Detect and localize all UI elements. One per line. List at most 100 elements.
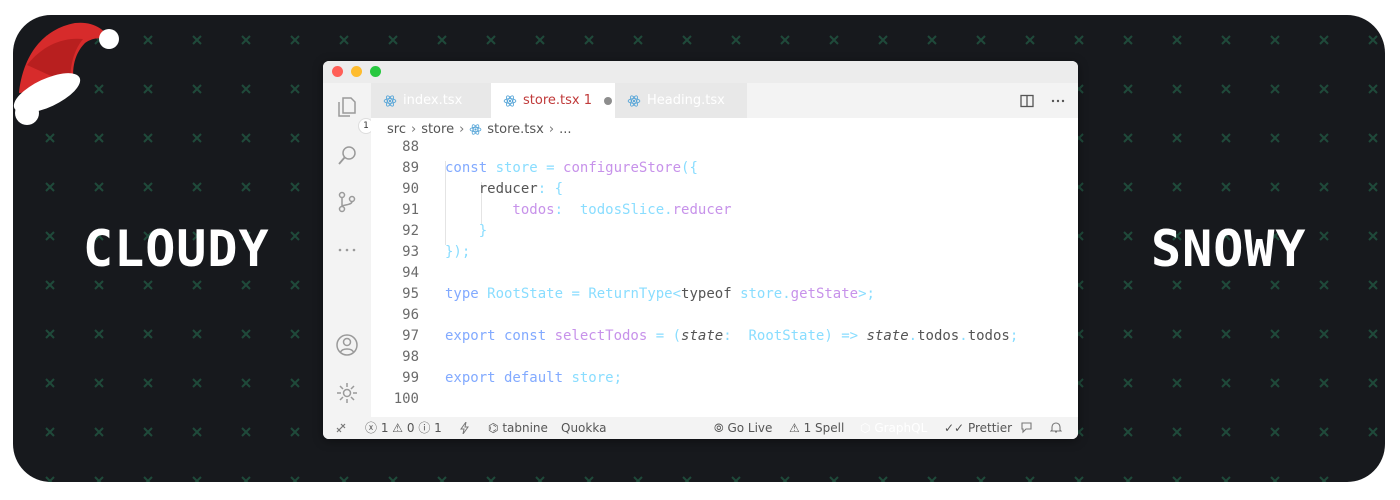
code-token: >; — [858, 286, 875, 302]
more-actions-icon[interactable] — [1050, 94, 1066, 108]
minimize-window-button[interactable] — [351, 66, 362, 77]
code-line[interactable]: 97 export const selectTodos = (state: Roo… — [371, 326, 1078, 347]
more-icon[interactable] — [335, 238, 359, 262]
tab-label: store.tsx 1 — [523, 93, 592, 108]
code-line[interactable]: 96 — [371, 305, 1078, 326]
close-window-button[interactable] — [332, 66, 343, 77]
problems-status[interactable]: ⓧ 1 ⚠ 0 ⓘ 1 — [365, 417, 442, 439]
x-cross-icon — [1270, 35, 1280, 45]
error-icon: ⓧ — [365, 421, 378, 435]
search-icon[interactable] — [335, 143, 359, 167]
code-token: type — [445, 286, 488, 302]
x-cross-icon — [290, 84, 300, 94]
breadcrumb-item[interactable]: store — [421, 122, 454, 137]
split-editor-icon[interactable] — [1020, 94, 1034, 108]
line-number: 97 — [402, 328, 419, 344]
x-cross-icon — [535, 35, 545, 45]
graphql-status[interactable]: ⬡ GraphQL — [860, 417, 927, 439]
x-cross-icon — [45, 231, 55, 241]
code-line[interactable]: 92 } — [371, 221, 1078, 242]
code-line[interactable]: 98 — [371, 347, 1078, 368]
x-cross-icon — [94, 182, 104, 192]
line-number: 89 — [402, 160, 419, 176]
x-cross-icon — [241, 182, 251, 192]
breadcrumb-item[interactable]: store.tsx — [487, 122, 544, 137]
x-cross-icon — [1074, 35, 1084, 45]
code-token: todos — [967, 328, 1010, 344]
x-cross-icon — [1270, 84, 1280, 94]
x-cross-icon — [633, 476, 643, 482]
x-cross-icon — [1368, 182, 1378, 192]
source-control-icon[interactable] — [335, 190, 359, 214]
lightning-icon[interactable] — [460, 417, 470, 439]
chevron-right-icon: › — [548, 121, 555, 137]
code-token: RootState — [487, 286, 564, 302]
code-token: store — [495, 160, 538, 176]
react-icon — [469, 123, 482, 135]
x-cross-icon — [878, 476, 888, 482]
x-cross-icon — [192, 84, 202, 94]
code-token: export default — [445, 370, 572, 386]
x-cross-icon — [1319, 231, 1329, 241]
tab-heading[interactable]: Heading.tsx — [615, 83, 747, 118]
tabnine-status[interactable]: ⌬ tabnine — [488, 417, 548, 439]
x-cross-icon — [1074, 476, 1084, 482]
line-number: 91 — [402, 202, 419, 218]
account-icon[interactable] — [335, 333, 359, 357]
breadcrumb-item[interactable]: ... — [559, 122, 571, 137]
tab-store[interactable]: store.tsx 1 — [491, 83, 615, 118]
x-cross-icon — [339, 35, 349, 45]
code-line[interactable]: 100 — [371, 389, 1078, 410]
spell-status[interactable]: ⚠ 1 Spell — [789, 417, 844, 439]
code-token: typeof — [681, 286, 741, 302]
x-cross-icon — [1172, 35, 1182, 45]
code-line[interactable]: 95 type RootState = ReturnType<typeof sto… — [371, 284, 1078, 305]
x-cross-icon — [1368, 476, 1378, 482]
feedback-icon[interactable] — [1020, 417, 1033, 439]
maximize-window-button[interactable] — [370, 66, 381, 77]
x-cross-icon — [829, 35, 839, 45]
code-editor[interactable]: 88 89 const store = configureStore({90 red… — [371, 137, 1078, 428]
x-cross-icon — [388, 35, 398, 45]
x-cross-icon — [780, 476, 790, 482]
x-cross-icon — [1221, 427, 1231, 437]
bell-icon[interactable] — [1049, 417, 1063, 439]
x-cross-icon — [1123, 133, 1133, 143]
tab-index[interactable]: index.tsx — [371, 83, 491, 118]
code-line[interactable]: 89 const store = configureStore({ — [371, 158, 1078, 179]
go-live-status[interactable]: ⦾ Go Live — [714, 417, 772, 439]
x-cross-icon — [1025, 35, 1035, 45]
prettier-status[interactable]: ✓✓ Prettier — [944, 417, 1012, 439]
x-cross-icon — [682, 35, 692, 45]
x-cross-icon — [731, 35, 741, 45]
unsaved-dot-icon[interactable] — [603, 96, 612, 105]
x-cross-icon — [437, 35, 447, 45]
react-icon — [383, 94, 397, 107]
code-line[interactable]: 94 — [371, 263, 1078, 284]
breadcrumb-item[interactable]: src — [387, 122, 406, 137]
code-line[interactable]: 88 — [371, 137, 1078, 158]
files-icon[interactable]: 1 — [335, 95, 373, 133]
x-cross-icon — [45, 280, 55, 290]
settings-gear-icon[interactable] — [335, 381, 359, 405]
code-line[interactable]: 99 export default store; — [371, 368, 1078, 389]
x-cross-icon — [1368, 35, 1378, 45]
x-cross-icon — [143, 476, 153, 482]
x-cross-icon — [486, 35, 496, 45]
line-number: 93 — [402, 244, 419, 260]
line-number: 94 — [402, 265, 419, 281]
x-cross-icon — [1270, 427, 1280, 437]
code-token: = — [647, 328, 673, 344]
x-cross-icon — [584, 476, 594, 482]
quokka-status[interactable]: Quokka — [561, 417, 606, 439]
tab-actions — [1020, 83, 1066, 118]
code-text: } — [445, 221, 487, 242]
code-line[interactable]: 90 reducer: { — [371, 179, 1078, 200]
code-line[interactable]: 91 todos: todosSlice.reducer — [371, 200, 1078, 221]
code-line[interactable]: 93}); — [371, 242, 1078, 263]
chevron-right-icon: › — [410, 121, 417, 137]
x-cross-icon — [1319, 476, 1329, 482]
x-cross-icon — [1172, 378, 1182, 388]
tab-label: Heading.tsx — [647, 93, 725, 108]
remote-icon[interactable] — [335, 417, 347, 439]
